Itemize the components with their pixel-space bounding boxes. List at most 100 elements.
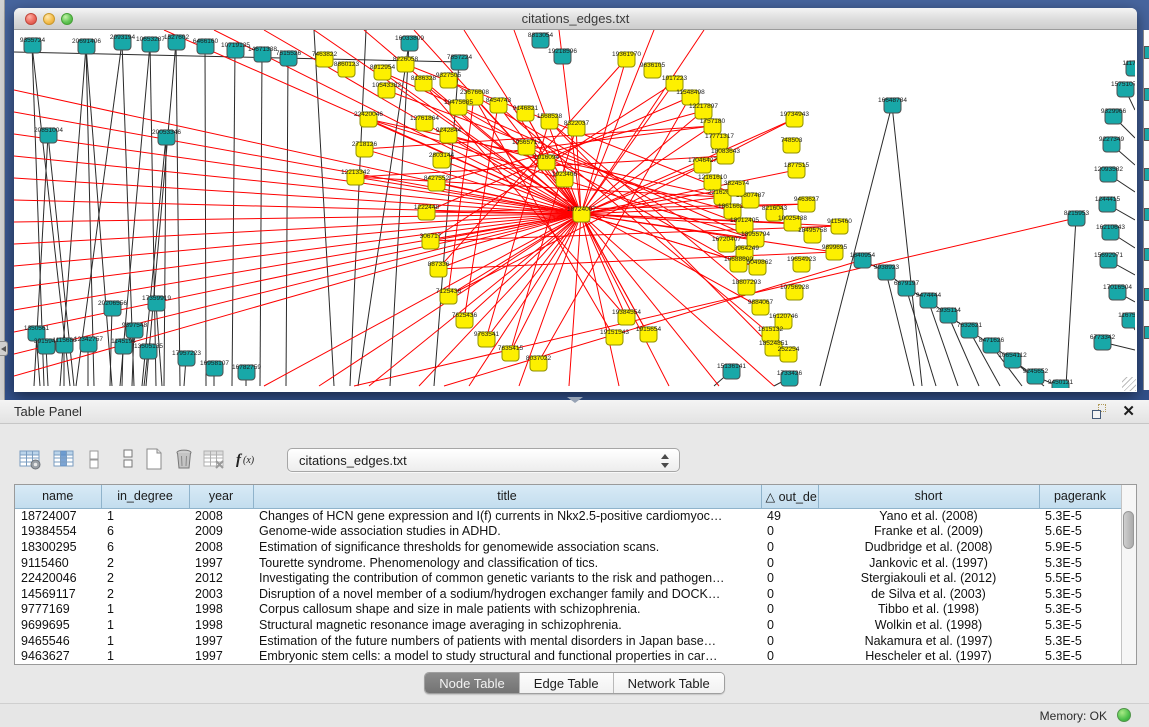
table-cell[interactable]: Genome-wide association studies in ADHD. <box>253 524 761 540</box>
graph-node[interactable]: 7125436 <box>436 288 462 304</box>
table-cell[interactable]: 9777169 <box>15 602 101 618</box>
table-cell[interactable]: Investigating the contribution of common… <box>253 570 761 586</box>
graph-node[interactable]: 9355724 <box>20 37 46 53</box>
table-cell[interactable]: Estimation of the future numbers of pati… <box>253 633 761 649</box>
table-row[interactable]: 946362711997Embryonic stem cells: a mode… <box>15 648 1121 664</box>
graph-node[interactable]: 1757180 <box>700 118 726 134</box>
splitter-handle[interactable] <box>567 397 583 403</box>
table-cell[interactable]: 1 <box>101 602 189 618</box>
table-row[interactable]: 1456911722003Disruption of a novel membe… <box>15 586 1121 602</box>
graph-node[interactable]: 9397548 <box>122 322 148 338</box>
table-cell[interactable]: 1998 <box>189 617 253 633</box>
graph-node[interactable]: 6773342 <box>1090 334 1116 350</box>
graph-node[interactable]: 10719135 <box>221 42 250 58</box>
delete-table-button[interactable] <box>200 444 230 474</box>
table-cell[interactable]: 2003 <box>189 586 253 602</box>
graph-node[interactable]: 8037022 <box>526 355 552 371</box>
table-cell[interactable]: 1997 <box>189 648 253 664</box>
graph-node[interactable]: 1733426 <box>777 370 803 386</box>
table-scrollbar[interactable] <box>1121 485 1136 664</box>
graph-node[interactable]: 8226058 <box>393 56 419 72</box>
table-cell[interactable]: 19384554 <box>15 524 101 540</box>
graph-node[interactable]: 19218596 <box>548 48 577 64</box>
graph-node[interactable]: 9115460 <box>827 218 852 234</box>
graph-node[interactable]: 7632621 <box>957 322 983 338</box>
graph-node[interactable]: 2093194 <box>110 34 136 50</box>
graph-node[interactable]: 12217897 <box>689 103 718 119</box>
column-header-year[interactable]: year <box>189 485 253 508</box>
table-cell[interactable]: 1 <box>101 648 189 664</box>
graph-node[interactable]: 7857224 <box>447 54 473 70</box>
graph-node[interactable]: 1117253 <box>1122 60 1135 76</box>
table-row[interactable]: 977716911998Corpus callosum shape and si… <box>15 602 1121 618</box>
graph-node[interactable]: 7635415 <box>498 345 524 361</box>
table-cell[interactable]: 18724007 <box>15 508 101 524</box>
graph-node[interactable]: 19151543 <box>600 329 629 345</box>
graph-node[interactable]: 12213342 <box>341 169 370 185</box>
table-cell[interactable]: Estimation of significance thresholds fo… <box>253 539 761 555</box>
table-cell[interactable]: 14569117 <box>15 586 101 602</box>
graph-node[interactable]: 8813054 <box>528 32 554 48</box>
table-cell[interactable]: 1 <box>101 633 189 649</box>
table-cell[interactable]: Yano et al. (2008) <box>818 508 1039 524</box>
table-cell[interactable]: Changes of HCN gene expression and I(f) … <box>253 508 761 524</box>
table-cell[interactable]: 0 <box>761 633 818 649</box>
table-cell[interactable]: 5.5E-5 <box>1039 570 1121 586</box>
float-panel-icon[interactable] <box>1092 404 1107 419</box>
table-cell[interactable]: 0 <box>761 617 818 633</box>
table-cell[interactable]: Corpus callosum shape and size in male p… <box>253 602 761 618</box>
table-cell[interactable]: 0 <box>761 602 818 618</box>
table-cell[interactable]: 2012 <box>189 570 253 586</box>
graph-node[interactable]: 2935114 <box>936 307 961 323</box>
table-cell[interactable]: Jankovic et al. (1997) <box>818 555 1039 571</box>
table-cell[interactable]: Stergiakouli et al. (2012) <box>818 570 1039 586</box>
table-cell[interactable]: 1998 <box>189 602 253 618</box>
table-cell[interactable]: 9699695 <box>15 617 101 633</box>
column-visibility-button[interactable] <box>84 444 114 474</box>
table-cell[interactable]: 5.3E-5 <box>1039 633 1121 649</box>
graph-node[interactable]: 9146821 <box>513 105 539 121</box>
table-cell[interactable]: 0 <box>761 570 818 586</box>
graph-node[interactable]: 8471626 <box>979 337 1005 353</box>
table-cell[interactable]: 6 <box>101 524 189 540</box>
graph-node[interactable]: 1877515 <box>784 162 810 178</box>
graph-node[interactable]: 2718126 <box>352 141 378 157</box>
graph-node[interactable]: 1568528 <box>537 113 563 129</box>
graph-node[interactable]: 10756928 <box>780 284 809 300</box>
graph-node[interactable]: 7625436 <box>452 312 478 328</box>
table-cell[interactable]: 6 <box>101 539 189 555</box>
table-cell[interactable]: 9465546 <box>15 633 101 649</box>
table-cell[interactable]: 5.3E-5 <box>1039 508 1121 524</box>
graph-node[interactable]: 1915654 <box>636 326 662 342</box>
tab-network-table[interactable]: Network Table <box>614 673 724 693</box>
graph-node[interactable]: 12342757 <box>74 336 103 352</box>
tab-node-table[interactable]: Node Table <box>425 673 520 693</box>
graph-node[interactable]: 1923406 <box>552 171 578 187</box>
graph-node[interactable]: 19361970 <box>612 51 641 67</box>
table-cell[interactable]: 2 <box>101 570 189 586</box>
table-cell[interactable]: Tibbo et al. (1998) <box>818 602 1039 618</box>
graph-node[interactable]: 887336 <box>428 261 450 277</box>
graph-node[interactable]: 252254 <box>778 346 800 362</box>
table-cell[interactable]: 0 <box>761 539 818 555</box>
graph-node[interactable]: 19654923 <box>787 256 816 272</box>
table-cell[interactable]: 1 <box>101 508 189 524</box>
table-cell[interactable]: 0 <box>761 555 818 571</box>
select-columns-button[interactable] <box>50 444 80 474</box>
graph-node[interactable]: 16648784 <box>878 97 907 113</box>
table-row[interactable]: 911546021997Tourette syndrome. Phenomeno… <box>15 555 1121 571</box>
table-select-dropdown[interactable]: citations_edges.txt <box>287 448 680 472</box>
graph-node[interactable]: 16033809 <box>395 35 424 51</box>
graph-node[interactable]: 8860123 <box>334 61 360 77</box>
table-cell[interactable]: 5.9E-5 <box>1039 539 1121 555</box>
table-cell[interactable]: 0 <box>761 524 818 540</box>
table-cell[interactable]: 2 <box>101 555 189 571</box>
graph-node[interactable]: 9899695 <box>822 244 848 260</box>
table-cell[interactable]: Nakamura et al. (1997) <box>818 633 1039 649</box>
column-header-in_degree[interactable]: in_degree <box>101 485 189 508</box>
table-cell[interactable]: 2 <box>101 586 189 602</box>
table-cell[interactable]: 9463627 <box>15 648 101 664</box>
graph-svg[interactable]: 9355724206914062093194106532871527602646… <box>14 30 1135 388</box>
graph-node[interactable]: 306717 <box>420 233 442 249</box>
graph-node[interactable]: 17359919 <box>142 295 171 311</box>
